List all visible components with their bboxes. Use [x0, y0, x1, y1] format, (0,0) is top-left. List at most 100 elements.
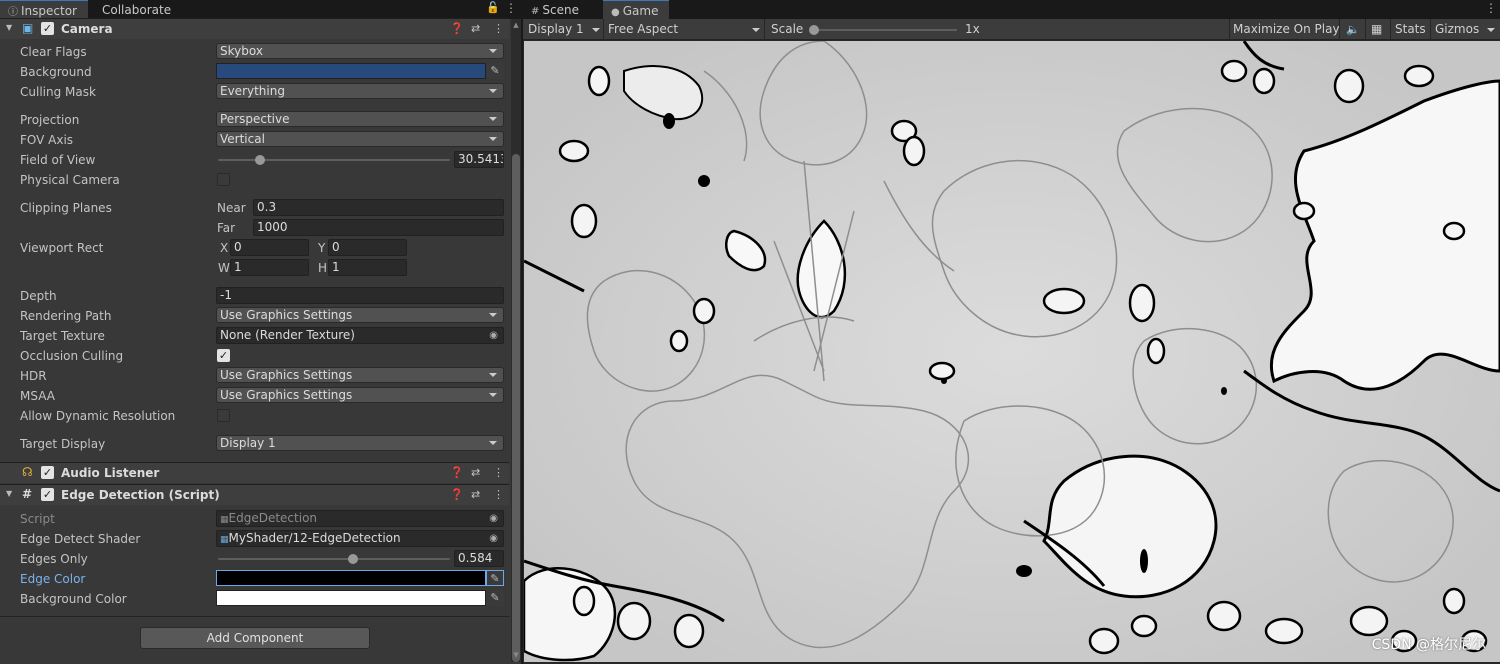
projection-dropdown[interactable]: Perspective: [216, 111, 504, 127]
speaker-icon[interactable]: 🔈: [1346, 19, 1360, 40]
culling-mask-dropdown[interactable]: Everything: [216, 83, 504, 99]
display-dropdown[interactable]: Display 1: [528, 19, 584, 40]
audio-listener-component-header[interactable]: ☊ ✓ Audio Listener ❓ ⇄ ⋮: [0, 462, 509, 483]
background-color-swatch[interactable]: [216, 590, 486, 606]
camera-enabled-checkbox[interactable]: ✓: [41, 22, 54, 35]
viewport-h-field[interactable]: 1: [328, 259, 407, 276]
physical-camera-checkbox[interactable]: [217, 173, 230, 186]
aspect-dropdown[interactable]: Free Aspect: [608, 19, 678, 40]
physical-camera-label: Physical Camera: [20, 173, 120, 187]
edge-color-field[interactable]: [216, 570, 486, 586]
depth-label: Depth: [20, 289, 57, 303]
near-field[interactable]: 0.3: [253, 199, 504, 216]
allow-dynamic-resolution-label: Allow Dynamic Resolution: [20, 409, 176, 423]
viewport-w-field[interactable]: 1: [230, 259, 309, 276]
lock-icon[interactable]: 🔓: [486, 1, 500, 14]
edges-only-slider-track[interactable]: [218, 558, 450, 560]
camera-icon: ▣: [22, 21, 34, 35]
fov-slider-track[interactable]: [218, 159, 450, 161]
edge-detection-component-header[interactable]: ▼ # ✓ Edge Detection (Script) ❓ ⇄ ⋮: [0, 484, 509, 505]
msaa-dropdown[interactable]: Use Graphics Settings: [216, 387, 504, 403]
maximize-on-play-toggle[interactable]: Maximize On Play: [1233, 19, 1340, 40]
fold-arrow-icon[interactable]: ▼: [6, 489, 12, 498]
edges-only-value-field[interactable]: 0.584: [454, 550, 504, 567]
edge-color-label: Edge Color: [20, 572, 86, 586]
audio-listener-enabled-checkbox[interactable]: ✓: [41, 466, 54, 479]
scale-slider-track[interactable]: [815, 29, 957, 31]
help-icon[interactable]: ❓: [450, 466, 464, 479]
occlusion-culling-checkbox[interactable]: ✓: [217, 349, 230, 362]
object-picker-icon: ◉: [489, 513, 498, 524]
object-picker-icon[interactable]: ◉: [489, 531, 498, 546]
background-color-field[interactable]: [216, 63, 486, 79]
inspector-scrollbar[interactable]: ▲ ▼: [511, 19, 521, 662]
eyedropper-icon[interactable]: ✎: [486, 570, 504, 586]
object-picker-icon[interactable]: ◉: [489, 328, 498, 343]
scrollbar-thumb[interactable]: [512, 154, 520, 662]
add-component-button[interactable]: Add Component: [140, 627, 370, 649]
camera-component-header[interactable]: ▼ ▣ ✓ Camera ❓ ⇄ ⋮: [0, 18, 509, 39]
viewport-x-field[interactable]: 0: [230, 239, 309, 256]
hdr-dropdown[interactable]: Use Graphics Settings: [216, 367, 504, 383]
edges-only-label: Edges Only: [20, 552, 88, 566]
watermark: CSDN @格尔尼尔: [1371, 637, 1486, 653]
fov-slider-knob[interactable]: [254, 155, 265, 165]
component-title: Audio Listener: [61, 466, 160, 480]
component-title: Edge Detection (Script): [61, 488, 220, 502]
fov-axis-dropdown[interactable]: Vertical: [216, 131, 504, 147]
depth-field[interactable]: -1: [216, 287, 504, 304]
rendering-path-label: Rendering Path: [20, 309, 112, 323]
eyedropper-icon[interactable]: ✎: [486, 63, 504, 79]
kebab-menu-icon[interactable]: ⋮: [493, 488, 504, 501]
fold-arrow-icon[interactable]: ▼: [6, 23, 12, 32]
stats-toggle[interactable]: Stats: [1395, 19, 1426, 40]
msaa-label: MSAA: [20, 389, 55, 403]
target-texture-field[interactable]: None (Render Texture) ◉: [216, 327, 504, 344]
help-icon[interactable]: ❓: [450, 22, 464, 35]
far-field[interactable]: 1000: [253, 219, 504, 236]
allow-dynamic-resolution-checkbox[interactable]: [217, 409, 230, 422]
tab-collaborate[interactable]: Collaborate: [94, 0, 176, 19]
edges-only-slider-knob[interactable]: [348, 554, 359, 564]
rendering-path-dropdown[interactable]: Use Graphics Settings: [216, 307, 504, 323]
target-display-dropdown[interactable]: Display 1: [216, 435, 504, 451]
shader-value: MyShader/12-EdgeDetection: [228, 531, 401, 545]
background-color-label: Background Color: [20, 592, 127, 606]
kebab-menu-icon[interactable]: ⋮: [493, 22, 504, 35]
edge-detection-enabled-checkbox[interactable]: ✓: [41, 488, 54, 501]
edge-detect-shader-field[interactable]: ▦MyShader/12-EdgeDetection ◉: [216, 530, 504, 547]
eyedropper-icon[interactable]: ✎: [486, 590, 504, 606]
projection-label: Projection: [20, 113, 80, 127]
chevron-down-icon: [592, 28, 600, 32]
component-title: Camera: [61, 22, 113, 36]
scroll-up-icon[interactable]: ▲: [511, 21, 521, 29]
gizmos-toggle[interactable]: Gizmos: [1435, 19, 1479, 40]
preset-icon[interactable]: ⇄: [471, 488, 480, 501]
scroll-down-icon[interactable]: ▼: [511, 651, 521, 659]
edge-detect-shader-label: Edge Detect Shader: [20, 532, 141, 546]
scale-value: 1x: [965, 22, 980, 36]
grid-icon[interactable]: ▦: [1371, 19, 1382, 40]
preset-icon[interactable]: ⇄: [471, 22, 480, 35]
tab-game[interactable]: ● Game: [603, 0, 669, 19]
script-label: Script: [20, 512, 55, 526]
chevron-down-icon[interactable]: [1487, 28, 1495, 32]
scale-slider-knob[interactable]: [809, 25, 819, 35]
viewport-rect-label: Viewport Rect: [20, 241, 104, 255]
clear-flags-dropdown[interactable]: Skybox: [216, 43, 504, 59]
kebab-menu-icon[interactable]: ⋮: [1485, 1, 1497, 15]
far-label: Far: [217, 221, 236, 235]
chevron-down-icon: [752, 28, 760, 32]
tab-scene[interactable]: # Scene: [523, 0, 601, 19]
tab-inspector[interactable]: ⓘ Inspector: [0, 0, 88, 19]
game-render-view[interactable]: CSDN @格尔尼尔: [524, 41, 1500, 662]
help-icon[interactable]: ❓: [450, 488, 464, 501]
headphones-icon: ☊: [22, 465, 33, 479]
viewport-y-field[interactable]: 0: [328, 239, 407, 256]
target-texture-value: None (Render Texture): [220, 328, 355, 342]
preset-icon[interactable]: ⇄: [471, 466, 480, 479]
fov-value-field[interactable]: 30.5413: [454, 151, 504, 168]
kebab-menu-icon[interactable]: ⋮: [505, 1, 517, 15]
kebab-menu-icon[interactable]: ⋮: [493, 466, 504, 479]
game-tabbar: # Scene ● Game ⋮: [523, 0, 1500, 19]
